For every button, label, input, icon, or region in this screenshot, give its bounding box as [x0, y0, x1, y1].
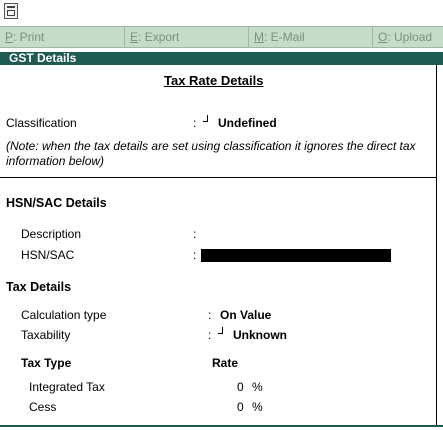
tax-row-rate[interactable]: 0	[237, 400, 244, 414]
upload-button[interactable]: O: Upload	[373, 27, 443, 47]
description-colon: :	[193, 227, 197, 241]
export-shortcut-key: E	[130, 30, 139, 44]
taxability-label: Taxability	[21, 328, 71, 342]
page-title: Tax Rate Details	[164, 73, 264, 88]
tax-row-unit: %	[252, 400, 263, 414]
calculation-type-value[interactable]: On Value	[220, 308, 271, 322]
hsn-section-title: HSN/SAC Details	[6, 196, 107, 210]
classification-label: Classification	[6, 116, 77, 130]
export-button[interactable]: E: Export	[125, 27, 249, 47]
gst-details-panel: Tax Rate Details Classification : Undefi…	[0, 65, 437, 425]
upload-shortcut-key: O	[378, 30, 388, 44]
print-shortcut-key: P	[5, 30, 14, 44]
rate-header: Rate	[212, 356, 239, 370]
panel-header: GST Details	[0, 52, 443, 65]
tax-row-rate[interactable]: 0	[237, 380, 244, 394]
tax-row-unit: %	[252, 380, 263, 394]
title-bar	[0, 0, 443, 26]
print-label: : Print	[13, 30, 45, 44]
toolbar: P: Print E: Export M: E-Mail O: Upload	[0, 26, 443, 48]
upload-label: : Upload	[387, 30, 433, 44]
tax-type-header: Tax Type	[21, 356, 72, 370]
classification-colon: :	[193, 116, 197, 130]
taxability-value[interactable]: Unknown	[233, 328, 287, 342]
email-shortcut-key: M	[254, 30, 264, 44]
email-label: : E-Mail	[264, 30, 305, 44]
tax-row-name: Integrated Tax	[29, 380, 105, 394]
hsn-colon: :	[193, 248, 197, 262]
calculation-type-label: Calculation type	[21, 308, 107, 322]
export-label: : Export	[138, 30, 180, 44]
hsn-label: HSN/SAC	[21, 248, 75, 262]
section-divider	[0, 177, 436, 178]
tax-row-name: Cess	[29, 400, 57, 414]
dropdown-marker-icon	[218, 327, 223, 334]
classification-value[interactable]: Undefined	[218, 116, 277, 130]
description-label: Description	[21, 227, 82, 241]
taxability-colon: :	[208, 328, 212, 342]
print-button[interactable]: P: Print	[0, 27, 125, 47]
app-icon[interactable]	[4, 3, 18, 19]
hsn-value-redacted[interactable]	[201, 249, 391, 262]
dropdown-marker-icon	[203, 115, 208, 122]
calculation-type-colon: :	[208, 308, 212, 322]
bottom-border	[0, 425, 443, 427]
tax-section-title: Tax Details	[6, 280, 72, 294]
email-button[interactable]: M: E-Mail	[249, 27, 373, 47]
classification-note: (Note: when the tax details are set usin…	[6, 139, 416, 168]
